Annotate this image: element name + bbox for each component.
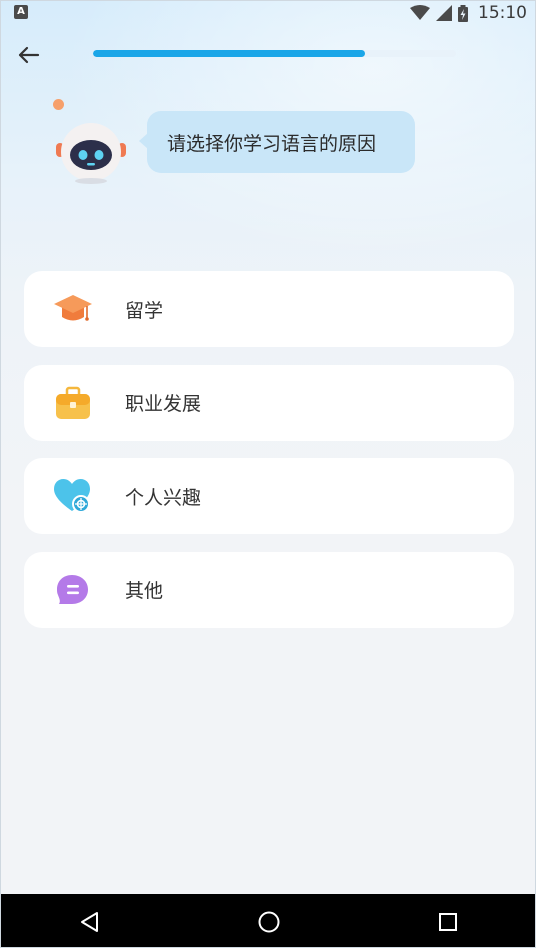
back-triangle-icon: [81, 911, 99, 932]
briefcase-icon: [56, 386, 90, 419]
chat-icon: [57, 574, 88, 604]
progress-bar: [93, 50, 456, 57]
app-notification-icon: A: [14, 5, 28, 19]
arrow-left-icon: [18, 46, 40, 64]
option-label: 职业发展: [125, 393, 202, 415]
decorative-dot: [53, 99, 64, 110]
prompt-text: 请选择你学习语言的原因: [167, 132, 377, 155]
home-circle-icon: [258, 911, 280, 932]
battery-charging-icon: [458, 4, 468, 22]
option-icon-wrap: [52, 288, 94, 330]
option-icon-wrap: [52, 382, 94, 424]
prompt-bubble: 请选择你学习语言的原因: [139, 111, 415, 173]
option-icon-wrap: [52, 569, 94, 611]
recents-square-icon: [438, 912, 457, 931]
option-other[interactable]: 其他: [24, 551, 514, 628]
progress-fill: [93, 50, 366, 57]
graduation-cap-icon: [54, 295, 92, 321]
option-study-abroad[interactable]: 留学: [24, 271, 514, 347]
status-time: 15:10: [478, 3, 527, 23]
navigation-bar: [1, 894, 535, 947]
option-career[interactable]: 职业发展: [24, 364, 514, 441]
heart-icon: [54, 479, 90, 513]
screen: A 15:10 请选择你学习语言的原因 留学 职业发展 个人兴趣 其他: [0, 0, 536, 948]
reason-options: 留学 职业发展 个人兴趣 其他: [24, 271, 514, 645]
option-label: 留学: [125, 299, 164, 322]
option-interest[interactable]: 个人兴趣: [24, 458, 514, 534]
status-right: 15:10: [410, 1, 527, 25]
option-label: 其他: [125, 580, 164, 602]
nav-home-button[interactable]: [249, 902, 289, 942]
robot-mascot-icon: [56, 123, 126, 184]
cell-signal-icon: [436, 5, 452, 21]
nav-back-button[interactable]: [70, 902, 110, 942]
wifi-icon: [410, 5, 430, 20]
status-bar: A 15:10: [1, 1, 535, 25]
nav-recents-button[interactable]: [428, 902, 468, 942]
back-button[interactable]: [15, 41, 43, 69]
option-label: 个人兴趣: [125, 486, 202, 509]
option-icon-wrap: [52, 475, 94, 517]
